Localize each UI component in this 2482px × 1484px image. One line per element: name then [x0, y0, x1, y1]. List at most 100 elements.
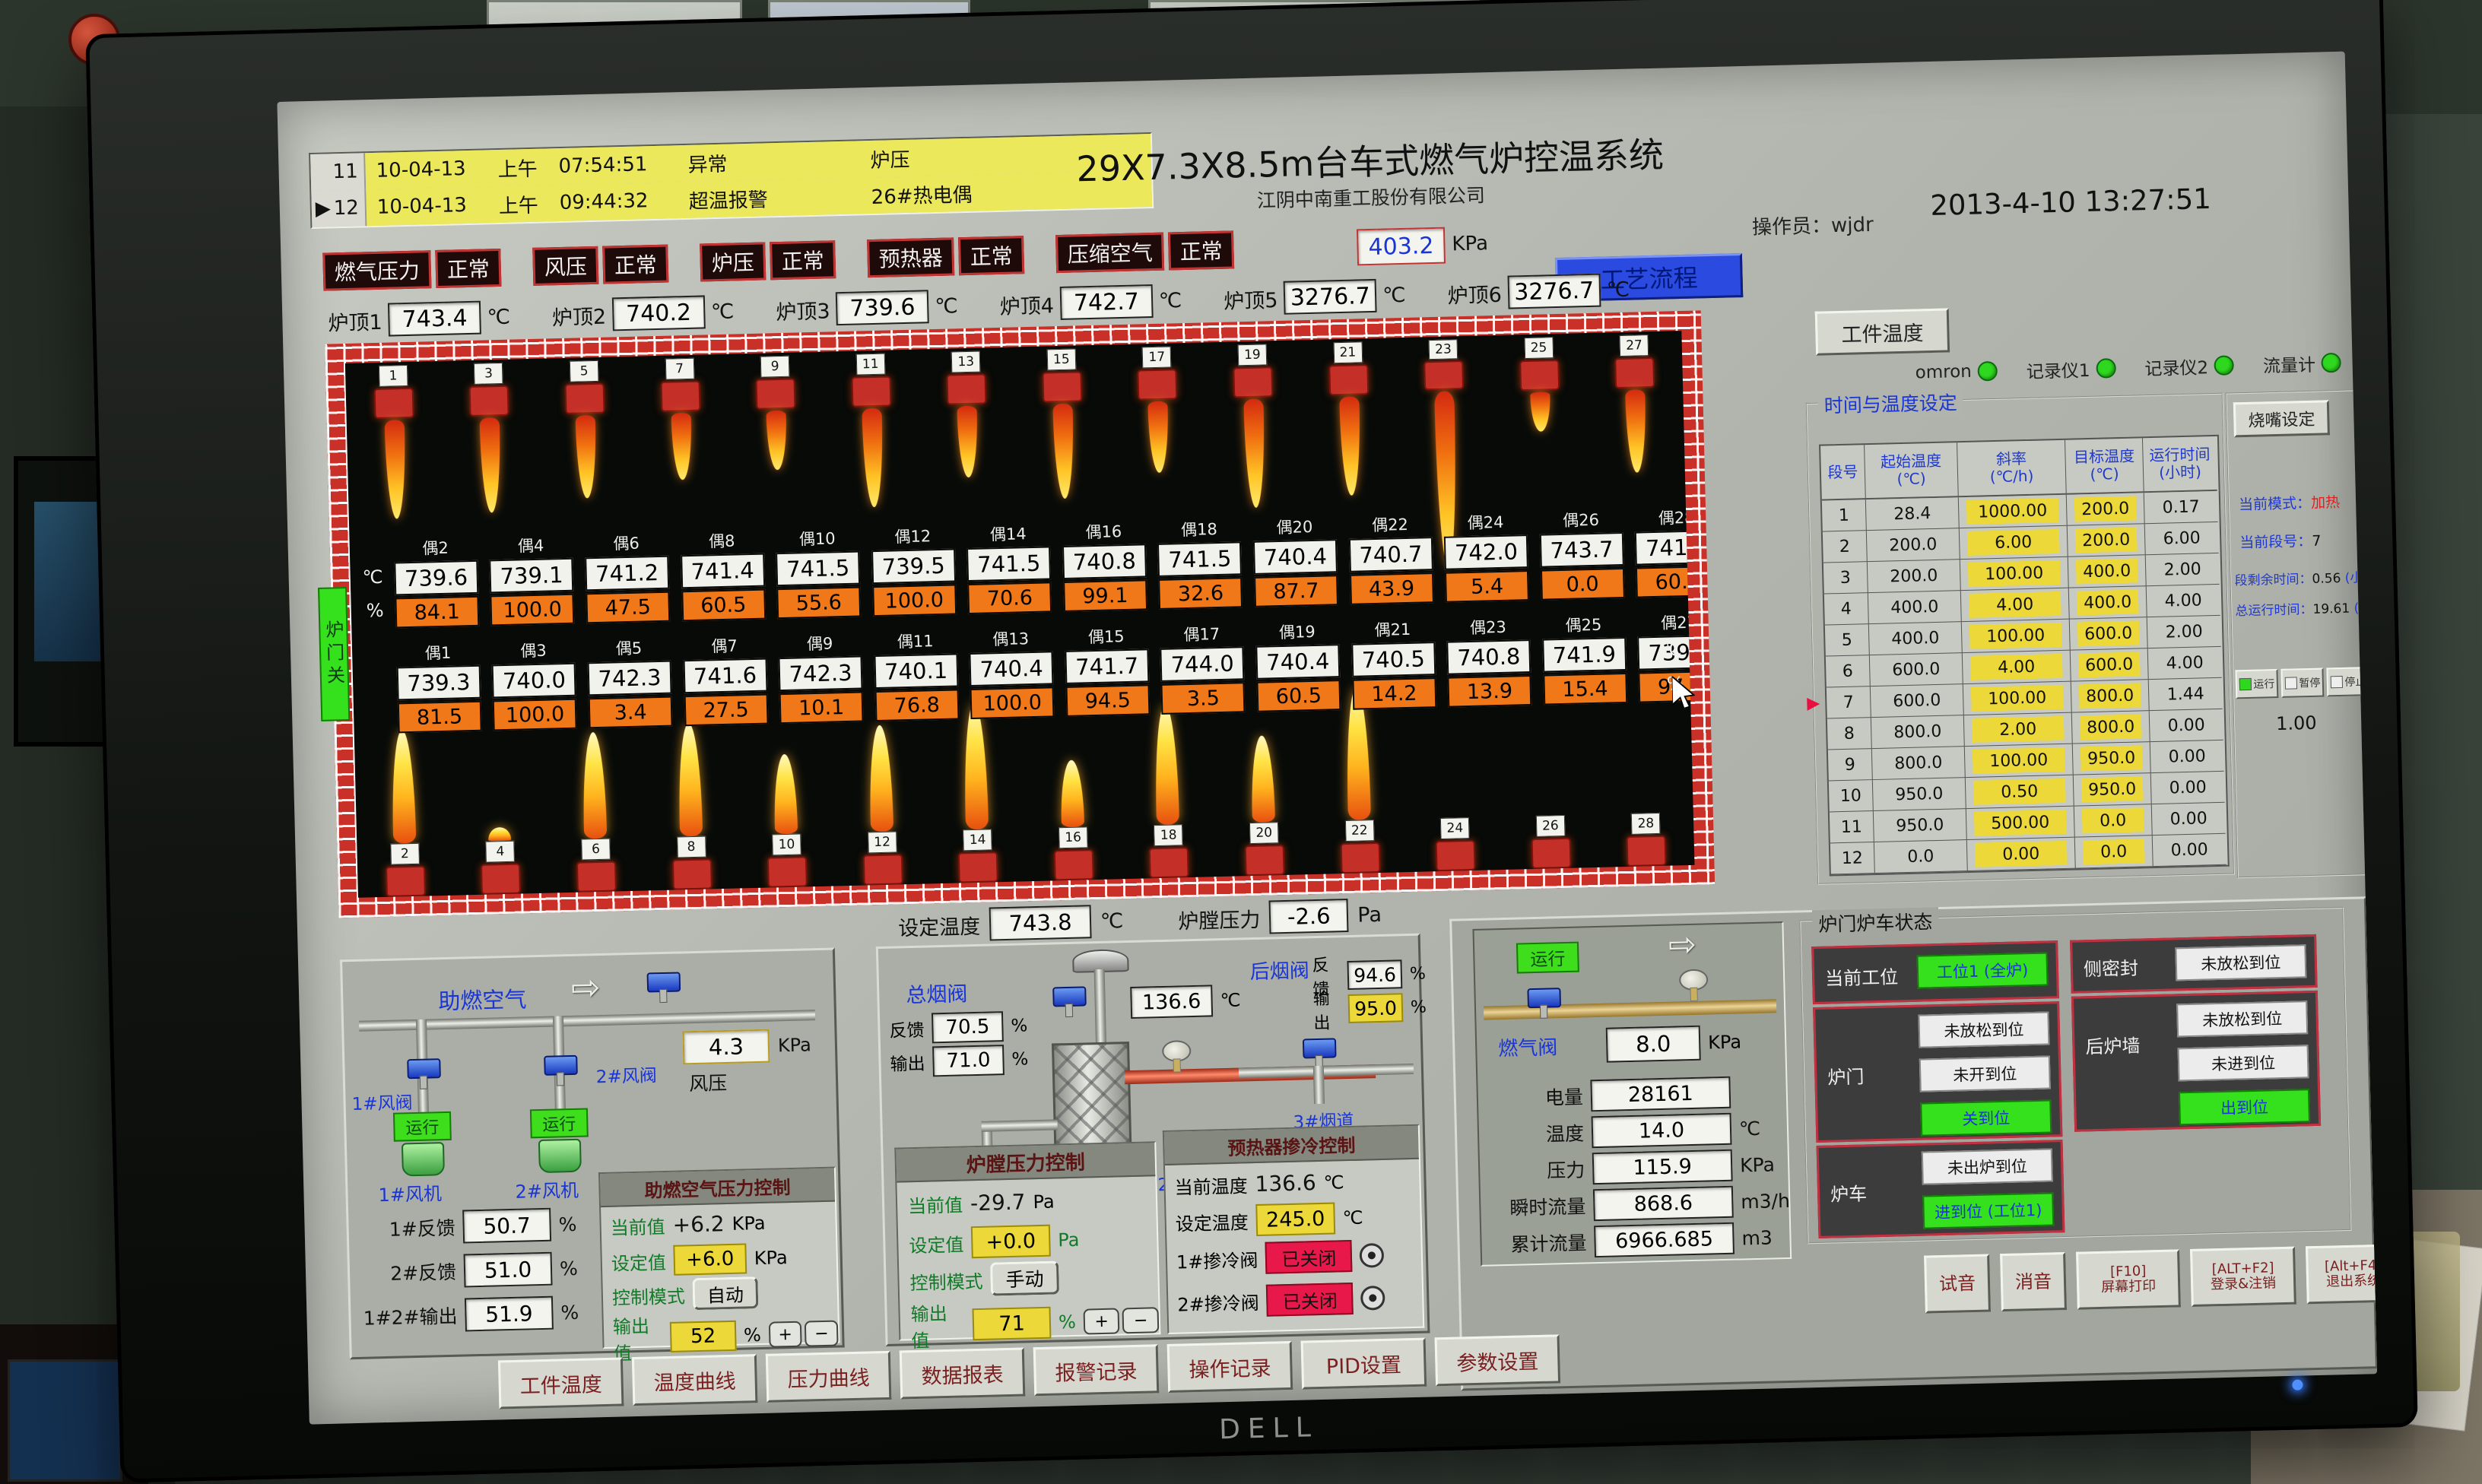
run-button[interactable]: 运行 [2235, 669, 2278, 699]
nav-button[interactable]: 操作记录 [1167, 1341, 1293, 1393]
chamber-output[interactable]: 71 [973, 1307, 1052, 1341]
slope-cell[interactable]: 100.00 [1963, 682, 2072, 715]
run-time-cell: 0.00 [2150, 709, 2223, 742]
start-temp-cell: 28.4 [1866, 497, 1960, 531]
device-indicator: 记录仪2 [2144, 352, 2234, 380]
slope-cell[interactable]: 500.00 [1966, 807, 2075, 840]
control-mode-label: 控制模式 [611, 1281, 685, 1309]
mute-button[interactable]: 消音 [2000, 1252, 2067, 1311]
burner-brick-icon [1054, 849, 1094, 880]
thermocouple-temp: 741.5 [1157, 541, 1242, 577]
thermocouple: 偶16 740.8 99.1 [1055, 518, 1153, 612]
burner-number: 28 [1631, 813, 1661, 835]
setpoint-value[interactable]: +6.0 [673, 1243, 747, 1275]
slope-cell[interactable]: 2.00 [1964, 713, 2073, 747]
slope-cell[interactable]: 0.00 [1967, 838, 2076, 871]
status-box: 出到位 [2179, 1089, 2310, 1125]
target-temp-cell[interactable]: 400.0 [2069, 586, 2147, 619]
air-valve2-icon [544, 1055, 578, 1076]
rear-valve-output[interactable]: 95.0 [1348, 993, 1404, 1023]
furnace-door-closed-tag: 炉门关 [318, 587, 350, 721]
target-temp-cell[interactable]: 800.0 [2072, 711, 2150, 744]
thermocouple-output-pct: 3.5 [1161, 682, 1246, 715]
roof-temp: 炉顶3 739.6 ℃ [776, 289, 959, 327]
target-temp-cell[interactable]: 600.0 [2070, 617, 2148, 650]
flame-icon [1060, 759, 1084, 827]
gas-metric-value: 6966.685 [1594, 1222, 1735, 1257]
thermocouple-temp: 739.5 [871, 548, 956, 584]
target-temp-cell[interactable]: 0.0 [2074, 804, 2153, 837]
nav-button[interactable]: 数据报表 [900, 1348, 1026, 1400]
slope-cell[interactable]: 1000.00 [1959, 495, 2068, 528]
nav-button[interactable]: 压力曲线 [766, 1351, 892, 1403]
thermocouple: 偶14 741.5 70.6 [960, 521, 1058, 614]
status-box: 未出炉到位 [1922, 1148, 2053, 1184]
chamber-pressure-label: 炉膛压力 [1178, 902, 1261, 934]
target-temp-cell[interactable]: 400.0 [2068, 555, 2147, 588]
decrease-button[interactable]: − [1122, 1307, 1159, 1333]
pause-button[interactable]: 暂停 [2280, 668, 2324, 698]
burner-number: 16 [1058, 826, 1088, 848]
target-temp-cell[interactable]: 600.0 [2071, 648, 2149, 681]
celsius-unit: ℃ [487, 305, 510, 329]
chamber-pressure-control: 炉膛压力控制 当前值-29.7Pa 设定值+0.0Pa 控制模式手动 输出值71… [894, 1141, 1160, 1340]
roof-temp-label: 炉顶5 [1224, 283, 1278, 314]
alarm-date: 10-04-13 [365, 157, 498, 182]
eye-icon[interactable] [1360, 1243, 1385, 1268]
slope-cell[interactable]: 100.00 [1965, 744, 2074, 778]
eye-icon[interactable] [1360, 1286, 1385, 1311]
login-logout-button[interactable]: [ALT+F2]登录&注销 [2190, 1247, 2296, 1307]
nav-button[interactable]: 工件温度 [498, 1357, 624, 1409]
exit-system-button[interactable]: [Alt+F4]退出系统 [2306, 1244, 2377, 1304]
chamber-mode-button[interactable]: 手动 [990, 1260, 1059, 1295]
thermocouple: 偶26 743.7 0.0 [1533, 507, 1630, 601]
nav-button[interactable]: PID设置 [1301, 1338, 1427, 1390]
gas-sensor-icon [1679, 969, 1709, 991]
run-time-cell: 6.00 [2145, 522, 2219, 555]
burner-setting-button[interactable]: 烧嘴设定 [2233, 400, 2330, 437]
col-header-slope: 斜率(℃/h) [1957, 440, 2067, 497]
screen-print-button[interactable]: [F10]屏幕打印 [2076, 1249, 2181, 1309]
target-temp-cell[interactable]: 950.0 [2073, 742, 2151, 775]
col-header-segment: 段号 [1820, 445, 1866, 500]
target-temp-cell[interactable]: 200.0 [2067, 493, 2145, 525]
roof-temp-value: 3276.7 [1507, 274, 1601, 309]
nav-button[interactable]: 报警记录 [1033, 1344, 1160, 1396]
burner-brick-icon [386, 866, 426, 897]
precool-setpoint[interactable]: 245.0 [1255, 1203, 1335, 1237]
thermocouple-output-pct: 94.5 [1065, 684, 1150, 717]
stop-button[interactable]: 停止 [2326, 667, 2369, 696]
burner-number: 18 [1154, 824, 1183, 846]
current-value-label: 当前值 [610, 1212, 665, 1240]
target-temp-cell[interactable]: 950.0 [2074, 773, 2152, 806]
chamber-setpoint[interactable]: +0.0 [971, 1225, 1051, 1259]
increase-button[interactable]: + [1083, 1308, 1119, 1334]
slope-cell[interactable]: 6.00 [1960, 526, 2068, 560]
decrease-button[interactable]: − [805, 1321, 838, 1347]
slope-cell[interactable]: 4.00 [1963, 651, 2071, 684]
slope-cell[interactable]: 100.00 [1960, 557, 2069, 591]
flame-icon [862, 408, 884, 508]
control-mode-button[interactable]: 自动 [692, 1276, 758, 1310]
current-segment: 当前段号：7 [2239, 530, 2322, 553]
flame-icon [1530, 392, 1550, 432]
checkbox-icon [2239, 678, 2251, 690]
monitor-brand-logo: DELL [1219, 1412, 1319, 1445]
slope-cell[interactable]: 0.50 [1966, 775, 2074, 809]
slope-cell[interactable]: 100.00 [1962, 620, 2071, 653]
workpiece-temp-button[interactable]: 工件温度 [1815, 308, 1950, 355]
nav-button[interactable]: 温度曲线 [632, 1354, 758, 1406]
target-temp-cell[interactable]: 800.0 [2071, 680, 2150, 712]
flow-arrow-icon: ⇨ [1668, 925, 1696, 965]
increase-button[interactable]: + [768, 1321, 801, 1348]
output-value[interactable]: 52 [670, 1321, 737, 1352]
target-temp-cell[interactable]: 200.0 [2068, 524, 2146, 556]
slope-cell[interactable]: 4.00 [1961, 588, 2070, 622]
test-sound-button[interactable]: 试音 [1924, 1254, 1991, 1314]
thermocouple: 偶4 739.1 100.0 [483, 533, 580, 626]
percent-unit: % [558, 1213, 576, 1235]
nav-button[interactable]: 参数设置 [1435, 1334, 1561, 1386]
roof-temp-label: 炉顶1 [328, 305, 382, 336]
thermocouple: 偶10 741.5 55.6 [770, 525, 867, 619]
target-temp-cell[interactable]: 0.0 [2075, 836, 2154, 868]
